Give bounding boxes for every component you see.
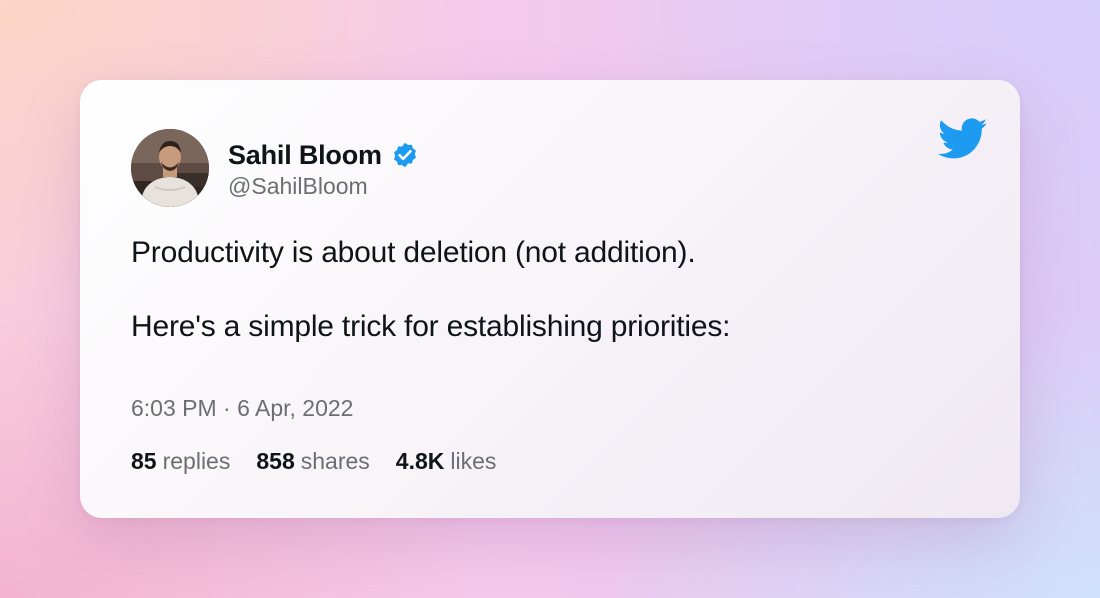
shares-label: shares: [300, 448, 370, 474]
replies-label: replies: [162, 448, 231, 474]
tweet-text-line: Productivity is about deletion (not addi…: [131, 236, 696, 269]
shares-stat[interactable]: 858 shares: [256, 448, 369, 475]
likes-count: 4.8K: [395, 448, 445, 474]
replies-count: 85: [131, 448, 157, 474]
shares-count: 858: [256, 448, 295, 474]
avatar-image: [131, 129, 209, 207]
replies-stat[interactable]: 85 replies: [131, 448, 230, 475]
author-row: Sahil Bloom: [228, 138, 419, 172]
author-name[interactable]: Sahil Bloom: [228, 140, 382, 171]
twitter-bird-icon[interactable]: [938, 118, 988, 160]
tweet-card: Sahil Bloom @SahilBloom Productivity is …: [80, 80, 1020, 518]
tweet-stats: 85 replies 858 shares 4.8K likes: [131, 448, 522, 475]
likes-label: likes: [450, 448, 497, 474]
verified-badge-icon: [391, 141, 419, 169]
author-handle[interactable]: @SahilBloom: [228, 173, 368, 200]
tweet-text-line: Here's a simple trick for establishing p…: [131, 310, 731, 343]
likes-stat[interactable]: 4.8K likes: [396, 448, 497, 475]
avatar[interactable]: [131, 129, 209, 207]
tweet-timestamp[interactable]: 6:03 PM · 6 Apr, 2022: [131, 395, 353, 422]
